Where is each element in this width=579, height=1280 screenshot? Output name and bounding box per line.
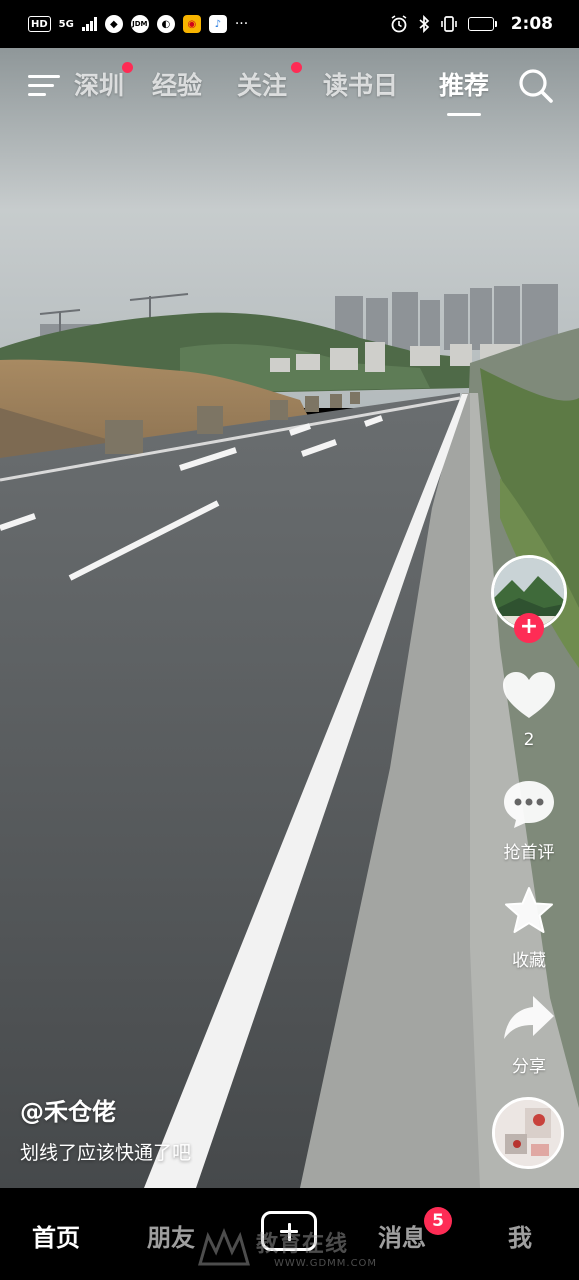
- battery-icon: [467, 17, 497, 31]
- menu-icon[interactable]: [28, 72, 60, 98]
- signal-icon: [81, 17, 97, 31]
- jdm-app-icon: JDM: [130, 15, 149, 33]
- music-cover-image: [495, 1100, 561, 1166]
- bottom-navigation: 首页 朋友 消息 5 我 教育在线 WWW.GDMM.COM: [0, 1188, 579, 1280]
- nav-me[interactable]: 我: [508, 1218, 532, 1253]
- app-notification-icon: ♪: [208, 15, 227, 33]
- nav-friends[interactable]: 朋友: [147, 1218, 195, 1253]
- tab-recommended[interactable]: 推荐: [439, 66, 490, 116]
- more-notifications-icon: ···: [234, 16, 249, 32]
- bluetooth-icon: [419, 15, 429, 33]
- tab-unread-dot: [122, 62, 133, 73]
- tab-following[interactable]: 关注: [237, 62, 302, 102]
- music-disc[interactable]: [492, 1097, 564, 1169]
- tab-label: 读书日: [323, 71, 399, 100]
- watermark-logo-icon: [198, 1227, 250, 1266]
- tab-reading-day[interactable]: 读书日: [323, 66, 398, 102]
- clock: 2:08: [510, 14, 553, 34]
- vibrate-icon: [440, 16, 457, 32]
- messages-unread-badge: 5: [424, 1207, 452, 1235]
- tab-shenzhen[interactable]: 深圳: [74, 62, 133, 102]
- comment-icon: [504, 781, 554, 828]
- heart-icon: [503, 672, 555, 718]
- tab-label: 经验: [152, 71, 203, 100]
- watermark-text: 教育在线: [256, 1232, 349, 1257]
- comment-label: 抢首评: [503, 843, 555, 863]
- like-button[interactable]: 2: [491, 670, 567, 750]
- watermark-url: WWW.GDMM.COM: [274, 1258, 378, 1269]
- tab-unread-dot: [291, 62, 302, 73]
- tab-label: 关注: [237, 71, 288, 100]
- app-notification-icon: ◐: [156, 15, 175, 33]
- favorite-label: 收藏: [512, 951, 546, 971]
- status-bar: HD 5G ◆ JDM ◐ ◉ ♪ ··· 2:08: [0, 0, 579, 48]
- favorite-button[interactable]: 收藏: [491, 886, 567, 971]
- tab-experience[interactable]: 经验: [152, 66, 202, 102]
- app-notification-icon: ◆: [104, 15, 123, 33]
- tab-label: 深圳: [74, 71, 125, 100]
- share-arrow-icon: [504, 996, 554, 1039]
- share-label: 分享: [512, 1057, 546, 1077]
- video-description: 划线了应该快通了吧: [20, 1142, 192, 1164]
- star-icon: [505, 887, 553, 933]
- author-name[interactable]: @禾仓佬: [20, 1092, 116, 1127]
- tab-label: 推荐: [439, 71, 490, 100]
- active-tab-indicator: [447, 113, 482, 116]
- alarm-icon: [391, 15, 407, 33]
- top-navigation: 深圳 经验 关注 读书日 推荐: [0, 58, 579, 118]
- follow-button[interactable]: +: [514, 613, 544, 643]
- site-watermark: 教育在线 WWW.GDMM.COM: [198, 1226, 398, 1274]
- like-count: 2: [523, 730, 535, 750]
- weibo-icon: ◉: [182, 15, 201, 33]
- search-icon[interactable]: [516, 66, 556, 106]
- hd-indicator: HD: [28, 16, 51, 32]
- share-button[interactable]: 分享: [491, 992, 567, 1077]
- nav-home[interactable]: 首页: [32, 1218, 80, 1253]
- comment-button[interactable]: 抢首评: [491, 778, 567, 863]
- network-type: 5G: [58, 18, 74, 30]
